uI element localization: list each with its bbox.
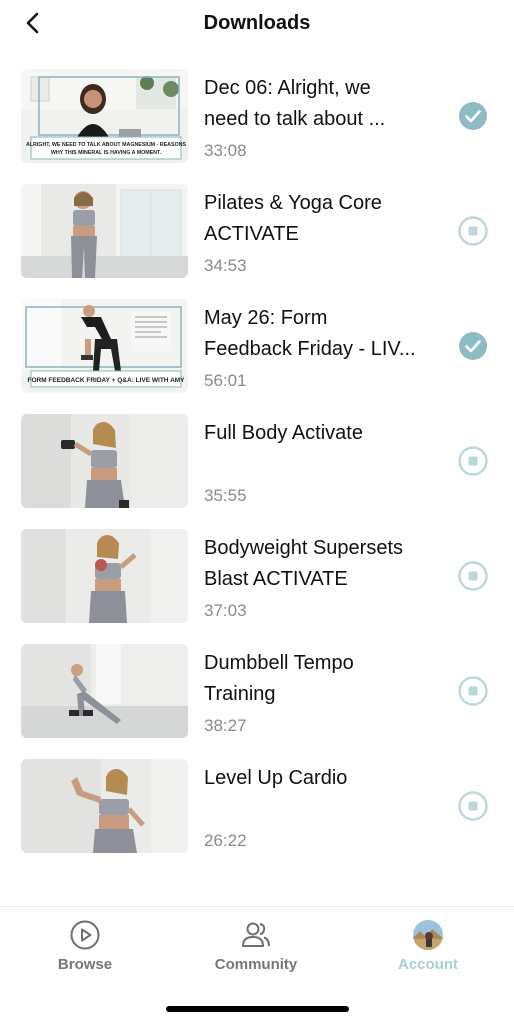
download-item[interactable]: Level Up Cardio 26:22 <box>0 759 514 874</box>
stop-download-icon <box>458 676 488 706</box>
download-item[interactable]: ALRIGHT, WE NEED TO TALK ABOUT MAGNESIUM… <box>0 69 514 184</box>
users-icon <box>242 922 270 947</box>
video-thumbnail[interactable] <box>21 414 188 508</box>
video-title[interactable]: Level Up Cardio <box>204 763 439 794</box>
video-duration: 37:03 <box>204 601 247 620</box>
video-thumbnail[interactable] <box>21 184 188 278</box>
stop-download-icon <box>458 561 488 591</box>
video-title-line: ACTIVATE <box>204 223 299 245</box>
video-title-line: Level Up Cardio <box>204 767 348 789</box>
tab-community[interactable]: Community <box>196 919 316 973</box>
video-duration: 35:55 <box>204 486 247 505</box>
tab-label: Community <box>214 956 298 973</box>
header: Downloads <box>0 0 514 52</box>
check-circle-icon <box>459 332 487 360</box>
downloads-list: ALRIGHT, WE NEED TO TALK ABOUT MAGNESIUM… <box>0 69 514 874</box>
download-item[interactable]: FORM FEEDBACK FRIDAY + Q&A: LIVE WITH AM… <box>0 299 514 414</box>
video-title-line: Dumbbell Tempo <box>204 652 354 674</box>
download-button[interactable] <box>458 561 488 591</box>
stop-download-icon <box>458 446 488 476</box>
video-title[interactable]: May 26: Form Feedback Friday - LIV... <box>204 303 439 365</box>
stop-download-icon <box>458 791 488 821</box>
thumbnail-caption: FORM FEEDBACK FRIDAY + Q&A: LIVE WITH AM… <box>27 377 185 384</box>
tab-browse[interactable]: Browse <box>25 919 145 973</box>
tab-label: Browse <box>57 956 113 973</box>
download-button[interactable] <box>458 216 488 246</box>
video-title-line: Bodyweight Supersets <box>204 537 404 559</box>
video-title-line: May 26: Form <box>204 307 328 329</box>
thumbnail-caption: WHY THIS MINERAL IS HAVING A MOMENT. <box>51 150 162 156</box>
tab-label: Account <box>398 956 458 973</box>
video-title-line: Blast ACTIVATE <box>204 568 348 590</box>
video-title[interactable]: Dumbbell Tempo Training <box>204 648 439 710</box>
video-duration: 56:01 <box>204 371 247 390</box>
video-title[interactable]: Dec 06: Alright, we need to talk about .… <box>204 73 439 135</box>
video-title[interactable]: Pilates & Yoga Core ACTIVATE <box>204 188 439 250</box>
page-title: Downloads <box>203 12 311 34</box>
downloaded-check-button[interactable] <box>458 331 488 361</box>
video-title-line: Feedback Friday - LIV... <box>204 338 416 360</box>
check-circle-icon <box>459 102 487 130</box>
video-title[interactable]: Full Body Activate <box>204 418 439 449</box>
video-duration: 33:08 <box>204 141 247 160</box>
video-title[interactable]: Bodyweight Supersets Blast ACTIVATE <box>204 533 439 595</box>
video-title-line: Full Body Activate <box>204 422 363 444</box>
video-thumbnail[interactable]: ALRIGHT, WE NEED TO TALK ABOUT MAGNESIUM… <box>21 69 188 163</box>
stop-download-icon <box>458 216 488 246</box>
video-thumbnail[interactable] <box>21 529 188 623</box>
video-thumbnail[interactable] <box>21 644 188 738</box>
video-duration: 38:27 <box>204 716 247 735</box>
download-item[interactable]: Dumbbell Tempo Training 38:27 <box>0 644 514 759</box>
downloaded-check-button[interactable] <box>458 101 488 131</box>
video-title-line: need to talk about ... <box>204 108 386 130</box>
video-title-line: Pilates & Yoga Core <box>204 192 382 214</box>
home-indicator <box>166 1006 349 1012</box>
download-item[interactable]: Pilates & Yoga Core ACTIVATE 34:53 <box>0 184 514 299</box>
video-title-line: Dec 06: Alright, we <box>204 77 371 99</box>
avatar <box>413 920 443 950</box>
download-button[interactable] <box>458 446 488 476</box>
video-thumbnail[interactable] <box>21 759 188 853</box>
video-duration: 34:53 <box>204 256 247 275</box>
download-item[interactable]: Bodyweight Supersets Blast ACTIVATE 37:0… <box>0 529 514 644</box>
thumbnail-caption: ALRIGHT, WE NEED TO TALK ABOUT MAGNESIUM… <box>26 142 186 148</box>
video-thumbnail[interactable]: FORM FEEDBACK FRIDAY + Q&A: LIVE WITH AM… <box>21 299 188 393</box>
download-button[interactable] <box>458 676 488 706</box>
video-duration: 26:22 <box>204 831 247 850</box>
download-button[interactable] <box>458 791 488 821</box>
play-circle-icon <box>70 920 100 950</box>
tab-account[interactable]: Account <box>368 919 488 973</box>
video-title-line: Training <box>204 683 276 705</box>
download-item[interactable]: Full Body Activate 35:55 <box>0 414 514 529</box>
